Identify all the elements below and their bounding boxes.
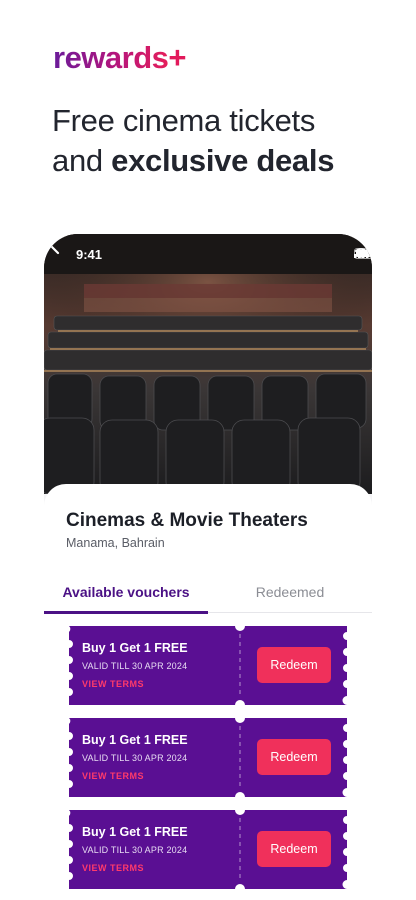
headline-line2: and exclusive deals (52, 141, 334, 181)
voucher-tabs: Available vouchers Redeemed (44, 579, 372, 614)
voucher-title: Buy 1 Get 1 FREE (82, 733, 188, 747)
venue-title: Cinemas & Movie Theaters (66, 510, 308, 531)
headline: Free cinema tickets and exclusive deals (52, 101, 334, 181)
voucher-validity: VALID TILL 30 APR 2024 (82, 753, 188, 763)
logo-plus: + (168, 40, 187, 75)
voucher-card: Buy 1 Get 1 FREE VALID TILL 30 APR 2024 … (65, 718, 351, 797)
tab-available-vouchers[interactable]: Available vouchers (44, 579, 208, 614)
venue-card: Cinemas & Movie Theaters Manama, Bahrain… (44, 484, 372, 900)
rewards-logo: rewards+ (53, 40, 187, 76)
view-terms-link[interactable]: VIEW TERMS (82, 679, 144, 689)
cinema-hero-image: 9:41 (44, 234, 372, 494)
redeem-button[interactable]: Redeem (257, 739, 331, 775)
view-terms-link[interactable]: VIEW TERMS (82, 771, 144, 781)
voucher-validity: VALID TILL 30 APR 2024 (82, 845, 188, 855)
battery-icon (354, 248, 372, 259)
status-bar: 9:41 (44, 234, 372, 274)
logo-wordmark: rewards (53, 40, 169, 75)
voucher-validity: VALID TILL 30 APR 2024 (82, 661, 188, 671)
view-terms-link[interactable]: VIEW TERMS (82, 863, 144, 873)
phone-mockup: 9:41 Cinemas & Movie Theaters Manama, Ba… (44, 234, 372, 900)
voucher-card: Buy 1 Get 1 FREE VALID TILL 30 APR 2024 … (65, 626, 351, 705)
headline-line1: Free cinema tickets (52, 103, 316, 138)
headline-line2-prefix: and (52, 143, 112, 178)
redeem-button[interactable]: Redeem (257, 831, 331, 867)
status-time: 9:41 (76, 247, 103, 262)
voucher-title: Buy 1 Get 1 FREE (82, 641, 188, 655)
voucher-title: Buy 1 Get 1 FREE (82, 825, 188, 839)
back-chevron-icon[interactable] (44, 234, 66, 256)
redeem-button[interactable]: Redeem (257, 647, 331, 683)
venue-location: Manama, Bahrain (66, 536, 165, 550)
tab-redeemed[interactable]: Redeemed (208, 579, 372, 613)
voucher-card: Buy 1 Get 1 FREE VALID TILL 30 APR 2024 … (65, 810, 351, 889)
headline-line2-bold: exclusive deals (111, 143, 335, 178)
